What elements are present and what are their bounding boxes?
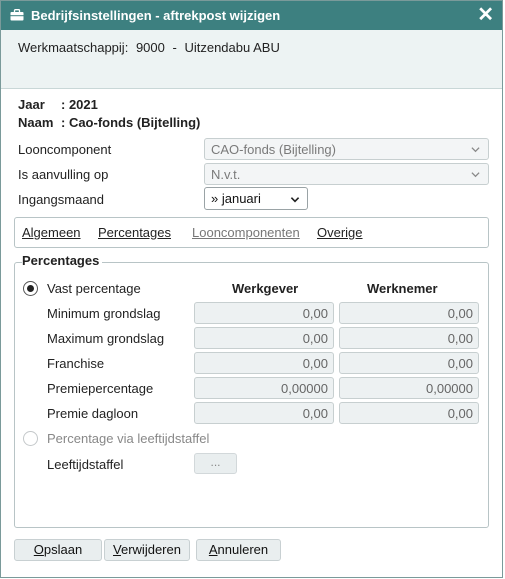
save-accel: O: [33, 542, 44, 557]
row-label-franchise: Franchise: [47, 356, 105, 371]
title-bar: Bedrijfsinstellingen - aftrekpost wijzig…: [1, 1, 502, 30]
dialog: Bedrijfsinstellingen - aftrekpost wijzig…: [0, 0, 503, 578]
werkgever-header: Werkgever: [232, 281, 299, 296]
company-separator: -: [172, 40, 177, 55]
leeftijdstaffel-browse-button[interactable]: ...: [194, 453, 237, 474]
leeftijdstaffel-label: Leeftijdstaffel: [47, 457, 124, 472]
ingangsmaand-select[interactable]: » januari: [204, 187, 308, 210]
briefcase-icon: [10, 9, 24, 21]
tab-bar: Algemeen Percentages Looncomponenten Ove…: [14, 217, 489, 248]
row-label-premie-dagloon: Premie dagloon: [47, 406, 139, 421]
tab-percentages[interactable]: Percentages: [98, 225, 171, 240]
tab-algemeen[interactable]: Algemeen: [22, 225, 81, 240]
leeftijdstaffel-option-label: Percentage via leeftijdstaffel: [47, 431, 210, 446]
chevron-down-icon: [471, 147, 480, 153]
minimum-grondslag-werknemer[interactable]: 0,00: [339, 302, 479, 324]
chevron-down-icon: [471, 172, 480, 178]
delete-label: erwijderen: [120, 542, 181, 557]
franchise-werknemer[interactable]: 0,00: [339, 352, 479, 374]
ingangsmaand-value: » januari: [211, 191, 261, 206]
premiepercentage-werknemer[interactable]: 0,00000: [339, 377, 479, 399]
tab-overige[interactable]: Overige: [317, 225, 363, 240]
cancel-accel: A: [208, 542, 218, 557]
vast-percentage-radio[interactable]: [23, 281, 38, 296]
aanvulling-label: Is aanvulling op: [18, 167, 109, 182]
row-label-premiepercentage: Premiepercentage: [47, 381, 154, 396]
maximum-grondslag-werkgever[interactable]: 0,00: [194, 327, 334, 349]
looncomponent-select[interactable]: CAO-fonds (Bijtelling): [204, 138, 489, 160]
company-code: 9000: [135, 40, 165, 55]
company-line: Werkmaatschappij: 9000 - Uitzendabu ABU: [18, 40, 280, 55]
cancel-button[interactable]: Annuleren: [196, 539, 281, 561]
vast-percentage-label: Vast percentage: [47, 281, 141, 296]
looncomponent-label: Looncomponent: [18, 142, 112, 157]
chevron-down-icon: [290, 197, 300, 203]
delete-button[interactable]: Verwijderen: [104, 539, 190, 561]
werknemer-header: Werknemer: [367, 281, 438, 296]
cancel-label: nnuleren: [217, 542, 269, 557]
year-value: : 2021: [61, 97, 98, 112]
close-icon[interactable]: ✕: [477, 3, 494, 27]
name-info: Naam : Cao-fonds (Bijtelling): [18, 115, 200, 130]
name-label: Naam: [18, 115, 54, 130]
premiepercentage-werkgever[interactable]: 0,00000: [194, 377, 334, 399]
name-value: : Cao-fonds (Bijtelling): [61, 115, 201, 130]
franchise-werkgever[interactable]: 0,00: [194, 352, 334, 374]
year-label: Jaar: [18, 97, 45, 112]
save-label: pslaan: [43, 542, 83, 557]
save-button[interactable]: Opslaan: [14, 539, 102, 561]
percentages-title: Percentages: [22, 253, 103, 268]
company-label: Werkmaatschappij:: [18, 40, 129, 55]
company-header: Werkmaatschappij: 9000 - Uitzendabu ABU: [1, 30, 502, 89]
company-name: Uitzendabu ABU: [184, 40, 280, 55]
leeftijdstaffel-radio[interactable]: [23, 431, 38, 446]
window-title: Bedrijfsinstellingen - aftrekpost wijzig…: [31, 8, 281, 23]
ingangsmaand-label: Ingangsmaand: [18, 192, 105, 207]
looncomponent-value: CAO-fonds (Bijtelling): [211, 142, 336, 157]
row-label-minimum-grondslag: Minimum grondslag: [47, 306, 161, 321]
premie-dagloon-werkgever[interactable]: 0,00: [194, 402, 334, 424]
aanvulling-select[interactable]: N.v.t.: [204, 163, 489, 185]
tab-looncomponenten: Looncomponenten: [192, 225, 300, 240]
row-label-maximum-grondslag: Maximum grondslag: [47, 331, 165, 346]
maximum-grondslag-werknemer[interactable]: 0,00: [339, 327, 479, 349]
year-info: Jaar : 2021: [18, 97, 98, 112]
premie-dagloon-werknemer[interactable]: 0,00: [339, 402, 479, 424]
aanvulling-value: N.v.t.: [211, 167, 241, 182]
delete-accel: V: [113, 542, 121, 557]
minimum-grondslag-werkgever[interactable]: 0,00: [194, 302, 334, 324]
